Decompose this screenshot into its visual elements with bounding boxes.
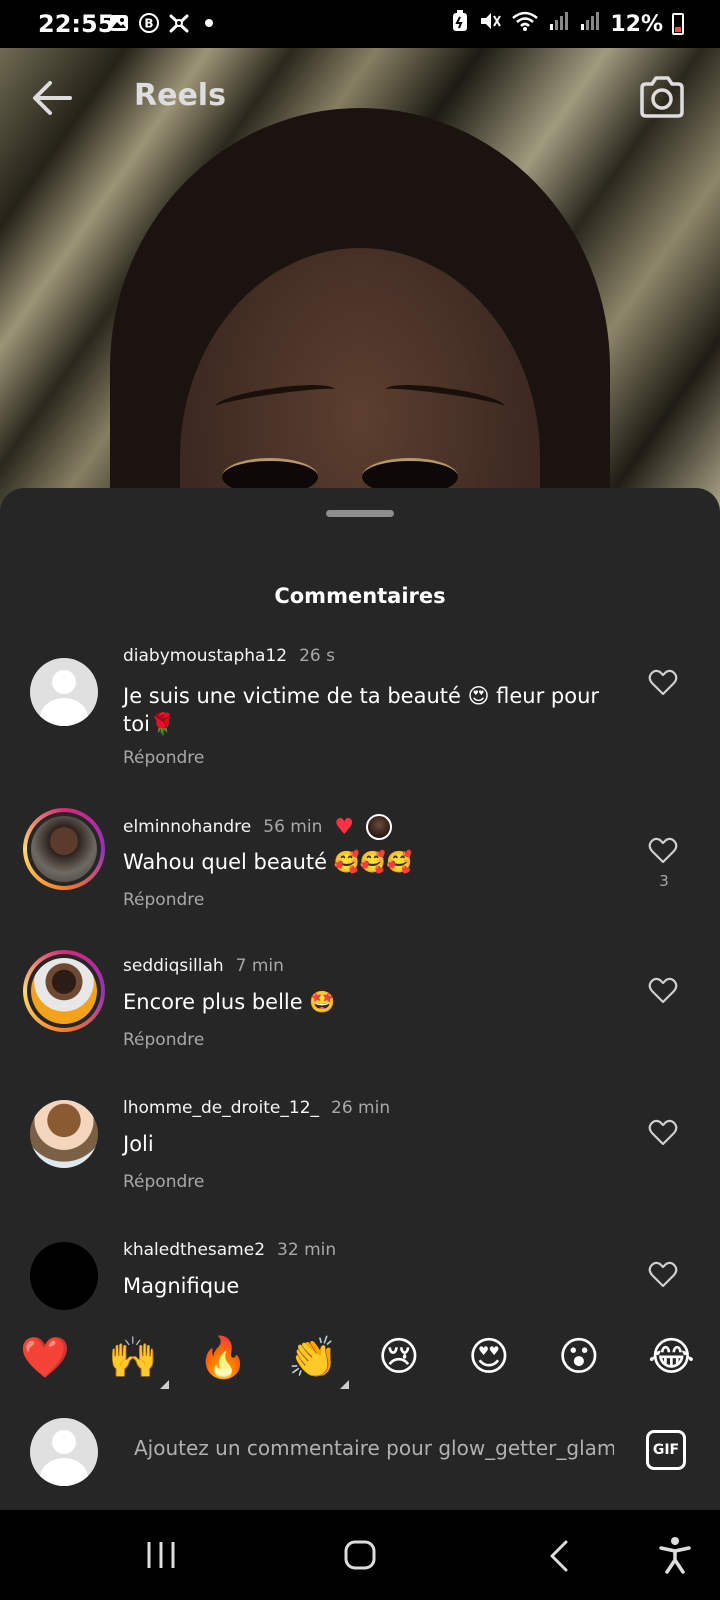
reply-button[interactable]: Répondre <box>123 1172 204 1192</box>
comments-list[interactable]: diabymoustapha12 26 s Je suis une victim… <box>0 638 720 1313</box>
comment-username[interactable]: khaledthesame2 <box>123 1240 265 1260</box>
comment-time: 26 s <box>299 646 335 666</box>
mute-icon <box>478 10 502 38</box>
home-icon[interactable] <box>344 1540 376 1574</box>
comment-username[interactable]: diabymoustapha12 <box>123 646 287 666</box>
avatar-story-ring[interactable] <box>23 808 105 890</box>
comment-text: Encore plus belle 🤩 <box>123 990 336 1014</box>
top-nav: Reels <box>0 48 720 148</box>
comment-username[interactable]: lhomme_de_droite_12_ <box>123 1098 319 1118</box>
skin-tone-caret-icon <box>340 1380 349 1389</box>
emoji-surprised-button[interactable]: 😮 <box>558 1334 600 1380</box>
recent-apps-icon[interactable] <box>144 1540 178 1574</box>
emoji-laughing-button[interactable]: 😂 <box>648 1334 695 1380</box>
comment-time: 56 min <box>263 817 323 837</box>
heart-outline-icon[interactable] <box>648 836 678 868</box>
emoji-fire-button[interactable]: 🔥 <box>198 1334 248 1381</box>
emoji-clapping-button[interactable]: 👏 <box>288 1334 338 1381</box>
wifi-icon <box>511 10 539 38</box>
signal-icon-2 <box>579 10 601 38</box>
battery-saver-icon <box>451 10 469 38</box>
back-arrow-icon[interactable] <box>30 78 74 122</box>
sheet-title: Commentaires <box>274 584 446 608</box>
skin-tone-caret-icon <box>160 1380 169 1389</box>
comment-header: diabymoustapha12 26 s <box>123 646 335 666</box>
reply-button[interactable]: Répondre <box>123 1030 204 1050</box>
comment-header: lhomme_de_droite_12_ 26 min <box>123 1098 390 1118</box>
comment-text: Je suis une victime de ta beauté 😍 fleur… <box>123 684 600 736</box>
battery-percent: 12% <box>610 11 663 37</box>
svg-text:B: B <box>144 17 153 31</box>
comments-sheet: Commentaires diabymoustapha12 26 s Je su… <box>0 488 720 1510</box>
creator-liked-heart-icon: ♥ <box>334 814 355 840</box>
current-user-avatar <box>30 1418 98 1486</box>
heart-outline-icon[interactable] <box>648 1118 678 1150</box>
comment-text: Joli <box>123 1132 154 1156</box>
avatar-photo[interactable] <box>30 1100 98 1168</box>
status-right-icons: 12% <box>451 10 684 38</box>
reply-button[interactable]: Répondre <box>123 890 204 910</box>
avatar-photo[interactable] <box>30 1242 98 1310</box>
comment-header: khaledthesame2 32 min <box>123 1240 336 1260</box>
comment-text: Wahou quel beauté 🥰🥰🥰 <box>123 850 413 874</box>
comment-text: Magnifique <box>123 1274 240 1298</box>
creator-mini-avatar <box>366 814 393 840</box>
comment-header: elminnohandre 56 min ♥ <box>123 814 393 840</box>
comment-username[interactable]: seddiqsillah <box>123 956 224 976</box>
avatar-photo <box>31 816 97 882</box>
camera-icon[interactable] <box>638 74 686 124</box>
heart-outline-icon[interactable] <box>648 976 678 1008</box>
page-title: Reels <box>134 78 226 113</box>
status-bar: 22:55 B 12% <box>0 0 720 50</box>
battery-icon <box>672 13 684 35</box>
gif-button[interactable]: GIF <box>646 1430 686 1470</box>
like-count: 3 <box>659 872 669 890</box>
heart-outline-icon[interactable] <box>648 1260 678 1292</box>
status-time: 22:55 <box>38 10 115 38</box>
emoji-reaction-bar: ❤️ 🙌 🔥 👏 😢 😍 😮 😂 <box>0 1320 720 1400</box>
b-badge-icon: B <box>138 12 160 34</box>
crossed-tools-icon <box>168 12 190 34</box>
drag-handle[interactable] <box>326 510 394 517</box>
gallery-icon <box>108 12 130 34</box>
emoji-heart-eyes-button[interactable]: 😍 <box>468 1334 510 1380</box>
comment-header: seddiqsillah 7 min <box>123 956 284 976</box>
comment-username[interactable]: elminnohandre <box>123 817 251 837</box>
avatar-photo <box>31 958 97 1024</box>
comment-time: 7 min <box>235 956 284 976</box>
comment-time: 26 min <box>331 1098 391 1118</box>
accessibility-icon[interactable] <box>658 1536 692 1578</box>
back-nav-icon[interactable] <box>548 1540 572 1576</box>
avatar-story-ring[interactable] <box>23 950 105 1032</box>
emoji-raising-hands-button[interactable]: 🙌 <box>108 1334 158 1381</box>
comment-input-row: Ajoutez un commentaire pour glow_getter_… <box>0 1400 720 1500</box>
notification-dot-icon <box>198 12 220 34</box>
system-nav-bar <box>0 1510 720 1600</box>
comment-input[interactable]: Ajoutez un commentaire pour glow_getter_… <box>134 1436 614 1460</box>
signal-icon <box>548 10 570 38</box>
emoji-heart-button[interactable]: ❤️ <box>20 1334 70 1381</box>
heart-outline-icon[interactable] <box>648 668 678 700</box>
emoji-crying-button[interactable]: 😢 <box>378 1334 420 1380</box>
comment-time: 32 min <box>277 1240 337 1260</box>
reply-button[interactable]: Répondre <box>123 748 204 768</box>
status-left-icons: B <box>108 12 220 34</box>
avatar-default[interactable] <box>30 658 98 726</box>
